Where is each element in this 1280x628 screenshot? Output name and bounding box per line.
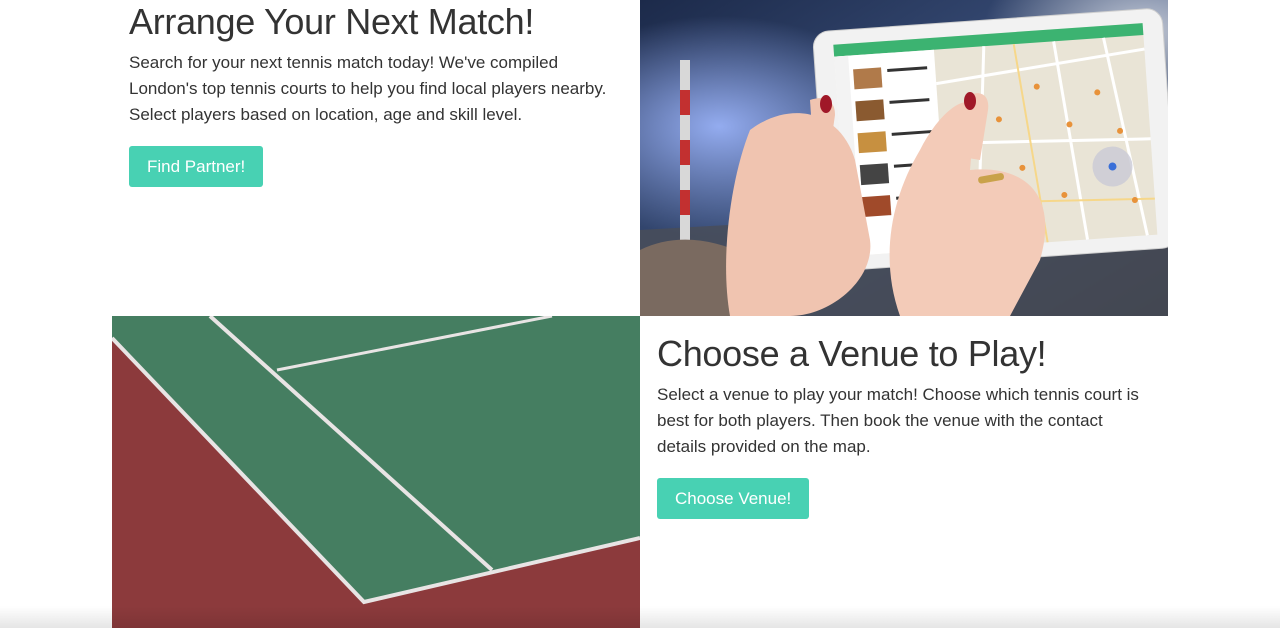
tablet-map-illustration: [640, 0, 1168, 316]
choose-venue-button[interactable]: Choose Venue!: [657, 478, 810, 519]
feature-grid: Arrange Your Next Match! Search for your…: [112, 0, 1168, 628]
arrange-match-section: Arrange Your Next Match! Search for your…: [112, 0, 640, 314]
choose-venue-title: Choose a Venue to Play!: [657, 333, 1047, 374]
choose-venue-section: Choose a Venue to Play! Select a venue t…: [640, 316, 1168, 628]
page: Arrange Your Next Match! Search for your…: [0, 0, 1280, 628]
tennis-court-photo: [112, 316, 640, 628]
choose-venue-description: Select a venue to play your match! Choos…: [657, 385, 1139, 456]
tennis-court-illustration: [112, 316, 640, 628]
find-partner-button[interactable]: Find Partner!: [129, 146, 264, 187]
arrange-match-title: Arrange Your Next Match!: [129, 1, 535, 42]
arrange-match-description: Search for your next tennis match today!…: [129, 53, 607, 124]
tablet-map-photo: [640, 0, 1168, 316]
